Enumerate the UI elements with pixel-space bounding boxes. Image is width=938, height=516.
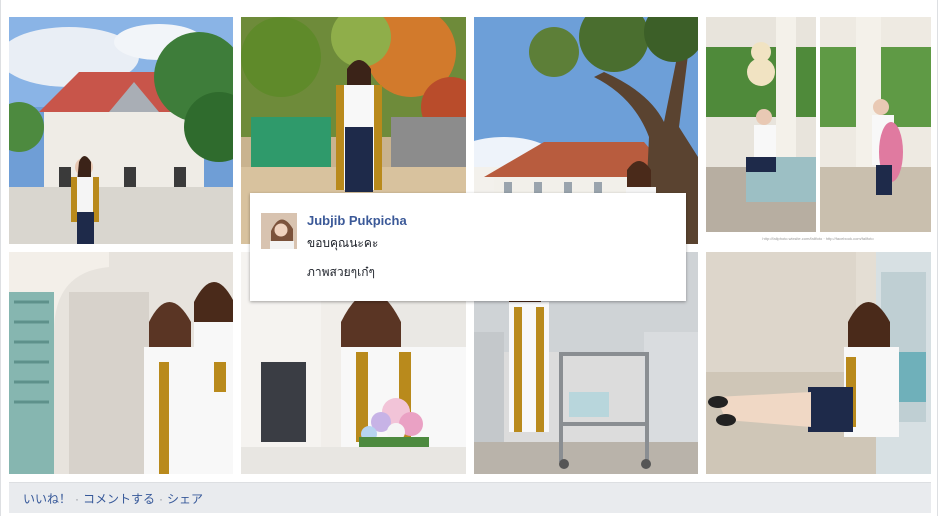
avatar-image <box>261 213 297 249</box>
photo-1-image <box>9 17 233 244</box>
photo-5-image <box>9 252 233 474</box>
album-photo-5[interactable] <box>9 252 233 474</box>
svg-text:http://fallphoto.wixsite.com/f: http://fallphoto.wixsite.com/fallfoto · … <box>762 236 874 241</box>
comment-author[interactable]: Jubjib Pukpicha <box>307 213 407 228</box>
photo-8-image <box>706 252 931 474</box>
action-links: いいね！ · コメントする · シェア <box>23 490 203 507</box>
avatar[interactable] <box>261 213 297 249</box>
comment-link[interactable]: コメントする <box>83 492 155 506</box>
album-photo-1[interactable] <box>9 17 233 244</box>
album-photo-8[interactable] <box>706 252 931 474</box>
post-actions-bar: いいね！ · コメントする · シェア <box>9 482 931 513</box>
comment-text-line-1: ขอบคุณนะคะ <box>307 236 379 250</box>
comment-popup: Jubjib Pukpicha ขอบคุณนะคะ ภาพสวยๆเก๋ๆ <box>250 193 686 301</box>
photo-4-image: http://fallphoto.wixsite.com/fallfoto · … <box>706 17 931 244</box>
comment-text-line-2: ภาพสวยๆเก๋ๆ <box>307 265 375 279</box>
album-photo-4[interactable]: http://fallphoto.wixsite.com/fallfoto · … <box>706 17 931 244</box>
separator: · <box>159 492 164 506</box>
share-link[interactable]: シェア <box>167 492 203 506</box>
photo-album-card: http://fallphoto.wixsite.com/fallfoto · … <box>0 0 938 516</box>
like-link[interactable]: いいね！ <box>23 492 71 506</box>
separator: · <box>75 492 80 506</box>
